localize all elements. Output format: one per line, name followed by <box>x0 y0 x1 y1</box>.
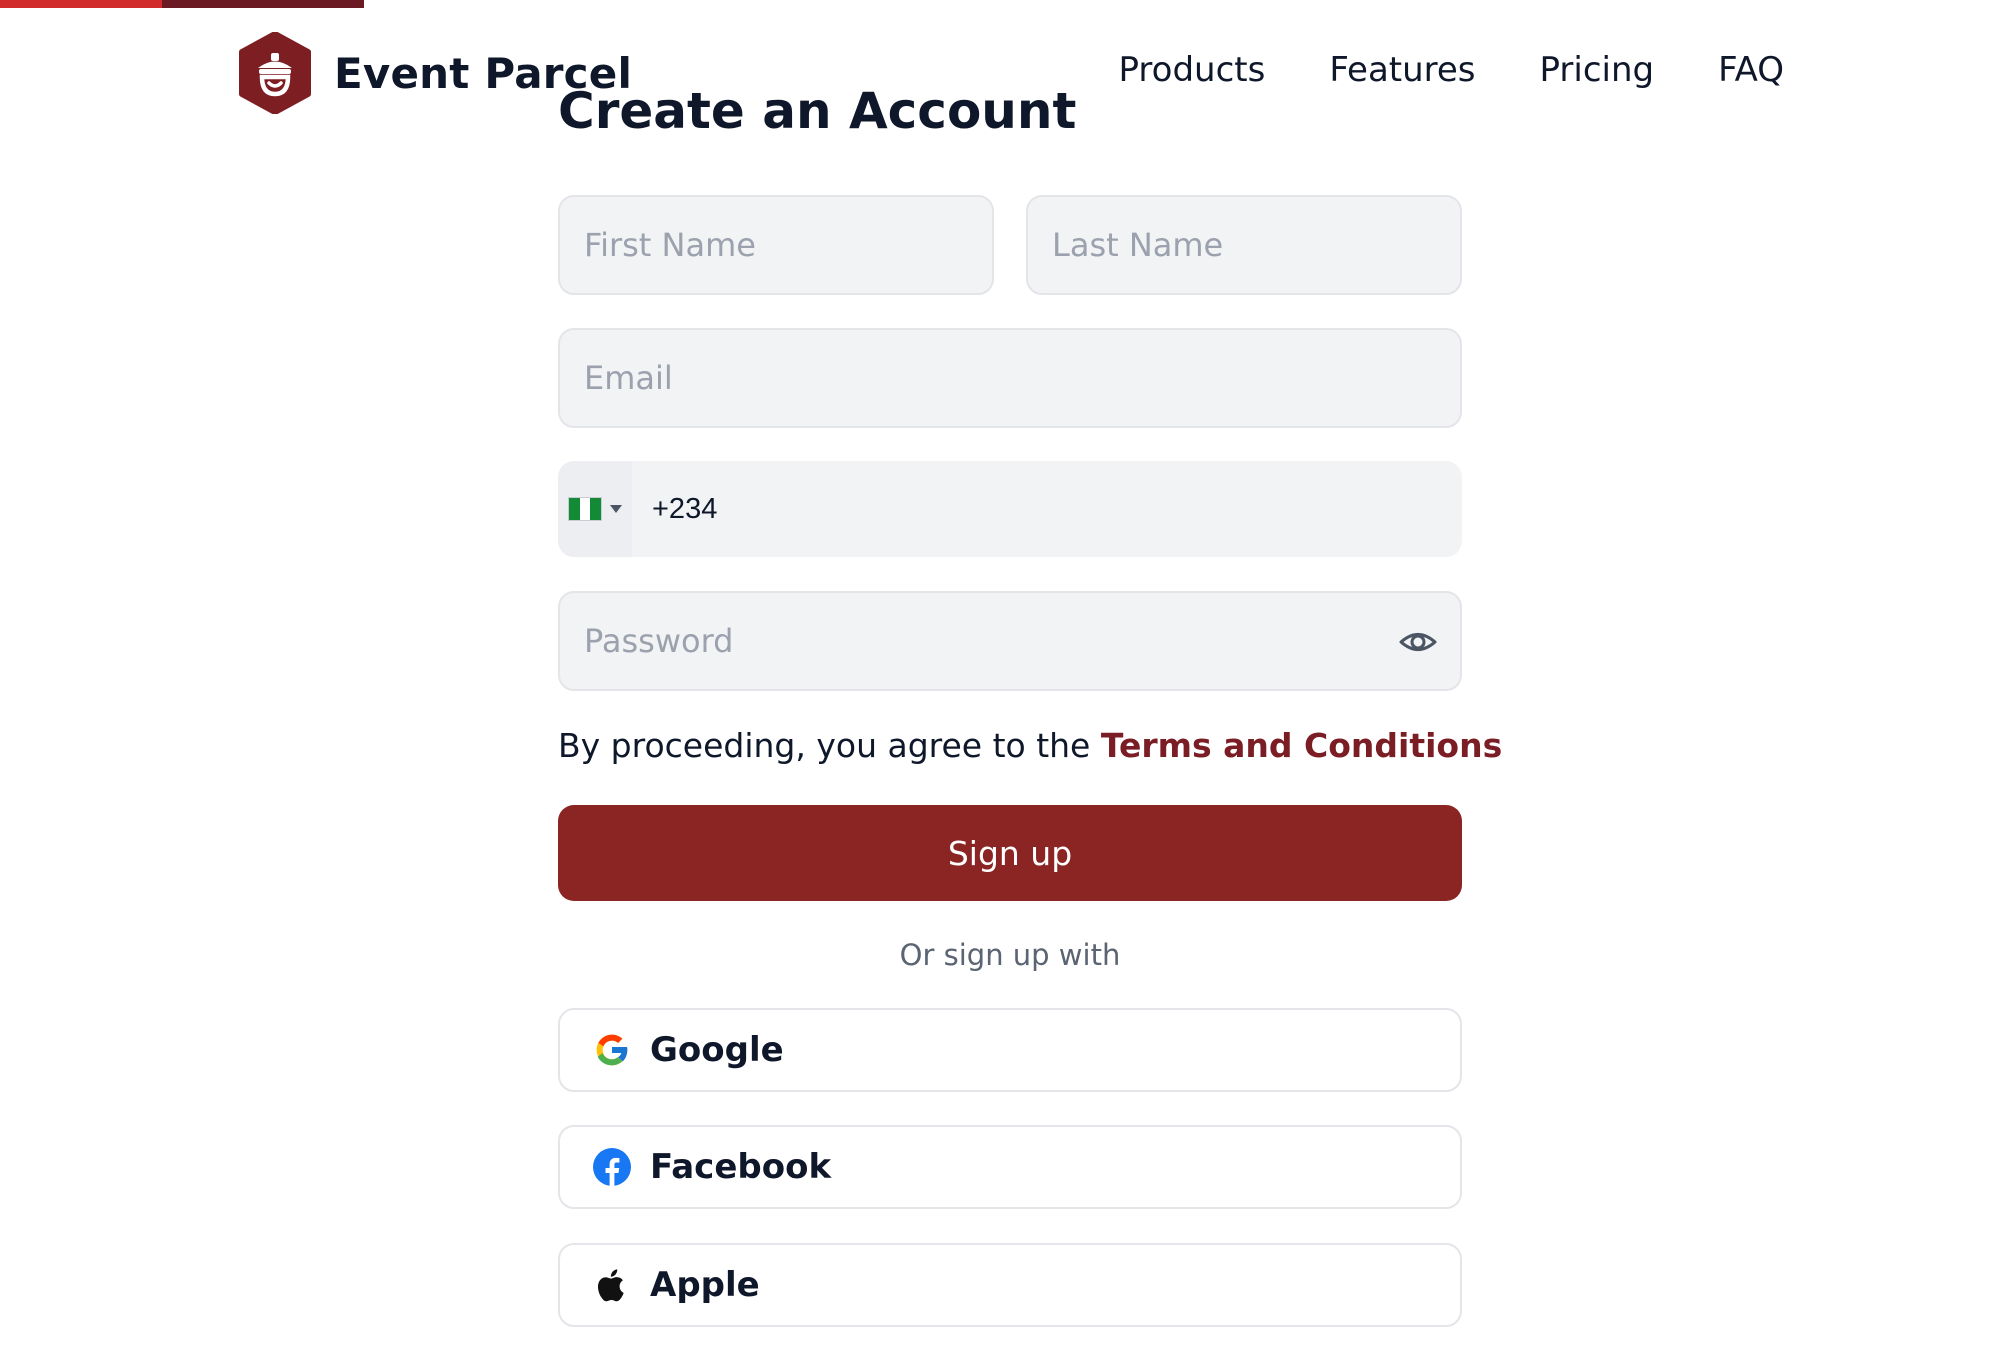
main-nav: Products Features Pricing FAQ <box>1119 50 1784 90</box>
email-input[interactable] <box>558 328 1462 428</box>
terms-prefix-text: By proceeding, you agree to the <box>558 726 1101 765</box>
nav-pricing[interactable]: Pricing <box>1540 50 1655 90</box>
first-name-input[interactable] <box>558 195 994 295</box>
show-password-button[interactable] <box>1398 622 1438 662</box>
google-label: Google <box>650 1030 784 1070</box>
apple-label: Apple <box>650 1265 760 1305</box>
signup-page: Event Parcel Products Features Pricing F… <box>0 0 2000 1352</box>
google-icon <box>592 1030 632 1070</box>
country-code-select[interactable] <box>558 461 632 557</box>
caret-down-icon <box>610 505 622 513</box>
apple-signup-button[interactable]: Apple <box>558 1243 1462 1327</box>
page-title: Create an Account <box>558 82 1077 140</box>
terms-link[interactable]: Terms and Conditions <box>1101 726 1502 765</box>
facebook-label: Facebook <box>650 1147 832 1187</box>
alt-signup-text: Or sign up with <box>899 938 1121 972</box>
nav-features[interactable]: Features <box>1329 50 1475 90</box>
apple-icon <box>592 1265 632 1305</box>
nav-faq[interactable]: FAQ <box>1718 50 1784 90</box>
phone-input[interactable] <box>632 461 1462 557</box>
nav-products[interactable]: Products <box>1119 50 1266 90</box>
progress-segment-dark <box>162 0 364 8</box>
terms-notice: By proceeding, you agree to the Terms an… <box>558 726 1502 765</box>
phone-field <box>558 461 1462 557</box>
facebook-signup-button[interactable]: Facebook <box>558 1125 1462 1209</box>
acorn-hexagon-logo-icon <box>239 32 311 114</box>
facebook-icon <box>592 1147 632 1187</box>
top-progress-bar <box>0 0 364 8</box>
last-name-input[interactable] <box>1026 195 1462 295</box>
eye-icon <box>1399 633 1437 651</box>
password-input[interactable] <box>558 591 1462 691</box>
sign-up-button[interactable]: Sign up <box>558 805 1462 901</box>
google-signup-button[interactable]: Google <box>558 1008 1462 1092</box>
nigeria-flag-icon <box>568 497 602 521</box>
progress-segment-bright <box>0 0 162 8</box>
